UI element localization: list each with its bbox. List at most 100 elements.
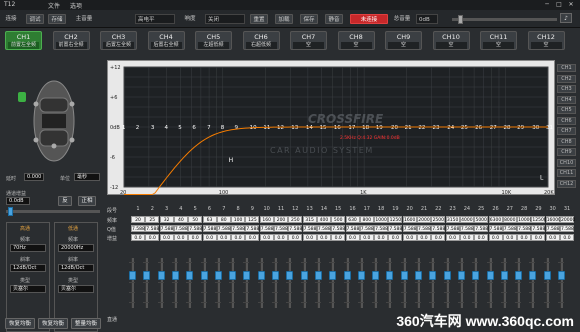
eq-point-12[interactable]: 12 [277, 125, 284, 131]
eq-q-cell[interactable]: 7.588 [316, 225, 331, 232]
eq-band-slider-knob[interactable] [300, 271, 308, 280]
eq-gain-cell[interactable]: 0.0 [331, 234, 346, 241]
eq-band-slider[interactable] [374, 258, 378, 308]
channel-tab-assignment[interactable]: 右超低频 [245, 42, 277, 49]
eq-gain-cell[interactable]: 0.0 [459, 234, 474, 241]
restore-eq-button-1[interactable]: 恢复均衡 [5, 318, 35, 329]
channel-tab-3[interactable]: CH3 后置左全频 [100, 31, 137, 50]
mute-button[interactable]: 静音 [325, 14, 343, 24]
unit-select[interactable]: 毫秒 [74, 173, 100, 181]
input-level-select[interactable]: 高电平 [135, 14, 175, 24]
eq-band-slider[interactable] [445, 258, 449, 308]
eq-gain-cell[interactable]: 0.0 [145, 234, 160, 241]
eq-q-cell[interactable]: 7.588 [245, 225, 260, 232]
eq-freqs-cell[interactable]: 32 [159, 216, 174, 223]
eq-band-slider-knob[interactable] [400, 271, 408, 280]
eq-band-slider[interactable] [245, 258, 249, 308]
eq-freqs-cell[interactable]: 1600 [402, 216, 417, 223]
eq-freqs-cell[interactable]: 12500 [531, 216, 547, 223]
whole-eq-button[interactable]: 整量均衡 [71, 318, 101, 329]
eq-band-slider[interactable] [560, 258, 563, 308]
eq-point-14[interactable]: 14 [306, 125, 313, 131]
eq-band-slider-knob[interactable] [457, 271, 465, 280]
eq-freqs-cell[interactable]: 5000 [474, 216, 489, 223]
eq-band-slider[interactable] [173, 258, 177, 308]
eq-point-2[interactable]: 2 [136, 125, 140, 131]
eq-freqs-cell[interactable]: 315 [302, 216, 317, 223]
eq-band-slider[interactable] [488, 258, 492, 308]
eq-band-slider-knob[interactable] [386, 271, 394, 280]
eq-freqs-cell[interactable]: 20000 [560, 216, 575, 223]
eq-gain-cell[interactable]: 0.0 [231, 234, 246, 241]
eq-gain-cell[interactable]: 0.0 [131, 234, 145, 241]
eq-band-slider-knob[interactable] [157, 271, 165, 280]
channel-tab-12[interactable]: CH12 空 [527, 31, 565, 50]
eq-band-slider[interactable] [531, 258, 535, 308]
graph-channel-1[interactable]: CH1 [557, 64, 576, 72]
eq-band-slider[interactable] [459, 258, 463, 308]
channel-tab-10[interactable]: CH10 空 [432, 31, 470, 50]
eq-freqs-cell[interactable]: 250 [288, 216, 303, 223]
eq-gain-cell[interactable]: 0.0 [374, 234, 389, 241]
eq-freqs-cell[interactable]: 63 [202, 216, 217, 223]
eq-graph-canvas[interactable]: +12+60dB-6-1220 100 1K 10K 20KCROSSFIRECAR A… [108, 61, 556, 196]
delay-input[interactable]: 0.000 [24, 173, 44, 181]
channel-tab-7[interactable]: CH7 空 [290, 31, 327, 50]
graph-channel-6[interactable]: CH6 [557, 116, 576, 125]
eq-q-cell[interactable]: 7.588 [159, 225, 174, 232]
eq-freqs-cell[interactable]: 20 [131, 216, 145, 223]
reverse-button[interactable]: 反 [58, 196, 72, 206]
eq-freqs-cell[interactable]: 630 [345, 216, 360, 223]
eq-freqs-cell[interactable]: 1250 [388, 216, 403, 223]
eq-q-cell[interactable]: 7.588 [288, 225, 303, 232]
eq-band-slider-knob[interactable] [443, 271, 451, 280]
eq-point-7[interactable]: 7 [207, 125, 211, 131]
close-icon[interactable]: ✕ [566, 1, 576, 9]
eq-q-cell[interactable]: 7.588 [445, 225, 460, 232]
eq-gain-cell[interactable]: 0.0 [288, 234, 303, 241]
eq-freqs-cell[interactable]: 500 [331, 216, 346, 223]
channel-tab-assignment[interactable]: 前置左全频 [8, 42, 39, 49]
eq-q-cell[interactable]: 7.588 [202, 225, 217, 232]
speaker-select-icon[interactable] [18, 92, 26, 102]
eq-band-slider-knob[interactable] [257, 271, 265, 280]
eq-q-cell[interactable]: 7.588 [431, 225, 446, 232]
eq-band-slider-knob[interactable] [329, 271, 337, 280]
eq-freqs-cell[interactable]: 100 [231, 216, 246, 223]
channel-tab-assignment[interactable]: 空 [293, 42, 324, 49]
master-volume-slider[interactable] [452, 15, 557, 24]
loudness-select[interactable]: 关闭 [205, 14, 245, 24]
eq-band-slider[interactable] [259, 258, 263, 308]
hp-freq-input[interactable]: 70Hz [10, 244, 46, 252]
eq-band-slider-knob[interactable] [500, 271, 508, 280]
eq-band-slider-knob[interactable] [286, 271, 294, 280]
eq-q-cell[interactable]: 7.588 [417, 225, 431, 232]
channel-tab-6[interactable]: CH6 右超低频 [242, 31, 280, 50]
hp-slope-select[interactable]: 12dB/Oct [10, 264, 46, 272]
channel-tab-assignment[interactable]: 空 [388, 42, 419, 49]
eq-band-slider-knob[interactable] [129, 271, 136, 280]
eq-band-slider[interactable] [131, 258, 134, 308]
eq-gain-cell[interactable]: 0.0 [388, 234, 403, 241]
eq-q-cell[interactable]: 7.588 [517, 225, 532, 232]
eq-band-slider[interactable] [474, 258, 478, 308]
graph-channel-5[interactable]: CH5 [557, 106, 576, 114]
eq-point-5[interactable]: 5 [178, 125, 182, 131]
load-button[interactable]: 加载 [275, 14, 293, 24]
eq-q-cell[interactable]: 7.588 [274, 225, 288, 232]
eq-band-slider[interactable] [288, 258, 292, 308]
eq-q-cell[interactable]: 7.588 [502, 225, 517, 232]
graph-channel-10[interactable]: CH10 [557, 158, 576, 167]
eq-band-slider-knob[interactable] [543, 271, 551, 280]
channel-gain-input[interactable]: 0.0dB [6, 197, 30, 205]
channel-tab-assignment[interactable]: 前置右全频 [55, 42, 87, 49]
channel-tab-assignment[interactable]: 后置左全频 [103, 42, 134, 49]
eq-point-9[interactable]: 9 [234, 125, 238, 131]
channel-tab-5[interactable]: CH5 左超低频 [195, 31, 232, 50]
eq-band-slider[interactable] [316, 258, 320, 308]
eq-band-slider[interactable] [331, 258, 335, 308]
channel-tab-1[interactable]: CH1 前置左全频 [5, 31, 42, 50]
lp-freq-input[interactable]: 20000Hz [58, 244, 94, 252]
eq-band-slider[interactable] [388, 258, 392, 308]
channel-gain-slider[interactable] [6, 207, 100, 216]
